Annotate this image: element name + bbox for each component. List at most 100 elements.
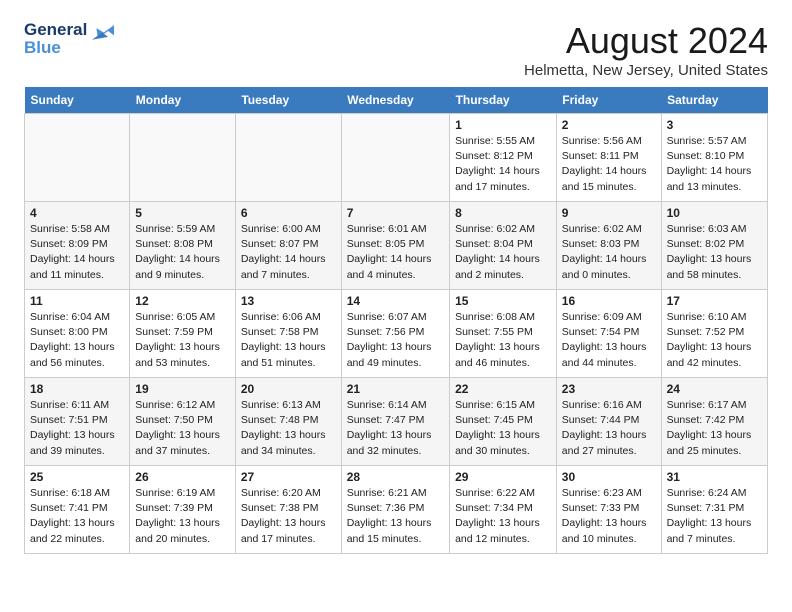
calendar-cell: 20Sunrise: 6:13 AMSunset: 7:48 PMDayligh…: [235, 378, 341, 466]
calendar-cell: 15Sunrise: 6:08 AMSunset: 7:55 PMDayligh…: [450, 290, 557, 378]
calendar-cell: 21 Sunrise: 6:14 AMSunset: 7:47 PMDayligh…: [341, 378, 449, 466]
day-info: Sunrise: 6:17 AMSunset: 7:42 PMDaylight:…: [667, 398, 762, 459]
day-of-week-header: Thursday: [450, 87, 557, 114]
calendar-cell: 17 Sunrise: 6:10 AMSunset: 7:52 PMDayligh…: [661, 290, 767, 378]
day-of-week-header: Friday: [556, 87, 661, 114]
day-info: Sunrise: 6:02 AMSunset: 8:03 PMDaylight:…: [562, 222, 656, 283]
calendar-cell: 13 Sunrise: 6:06 AMSunset: 7:58 PMDayligh…: [235, 290, 341, 378]
calendar-header-row: SundayMondayTuesdayWednesdayThursdayFrid…: [25, 87, 768, 114]
calendar-cell: 8 Sunrise: 6:02 AMSunset: 8:04 PMDaylight…: [450, 202, 557, 290]
day-number: 26: [135, 470, 230, 484]
calendar-cell: 6Sunrise: 6:00 AMSunset: 8:07 PMDaylight…: [235, 202, 341, 290]
day-info: Sunrise: 6:05 AMSunset: 7:59 PMDaylight:…: [135, 310, 230, 371]
day-info: Sunrise: 6:03 AMSunset: 8:02 PMDaylight:…: [667, 222, 762, 283]
day-info: Sunrise: 6:10 AMSunset: 7:52 PMDaylight:…: [667, 310, 762, 371]
day-number: 8: [455, 206, 551, 220]
day-number: 6: [241, 206, 336, 220]
day-info: Sunrise: 6:18 AMSunset: 7:41 PMDaylight:…: [30, 486, 124, 547]
day-info: Sunrise: 5:56 AMSunset: 8:11 PMDaylight:…: [562, 134, 656, 195]
calendar-cell: 16 Sunrise: 6:09 AMSunset: 7:54 PMDayligh…: [556, 290, 661, 378]
calendar-cell: 31Sunrise: 6:24 AMSunset: 7:31 PMDayligh…: [661, 466, 767, 554]
day-info: Sunrise: 5:58 AMSunset: 8:09 PMDaylight:…: [30, 222, 124, 283]
day-of-week-header: Tuesday: [235, 87, 341, 114]
calendar-cell: 24 Sunrise: 6:17 AMSunset: 7:42 PMDayligh…: [661, 378, 767, 466]
calendar-week-row: 18 Sunrise: 6:11 AMSunset: 7:51 PMDayligh…: [25, 378, 768, 466]
day-number: 4: [30, 206, 124, 220]
calendar-cell: 3 Sunrise: 5:57 AMSunset: 8:10 PMDaylight…: [661, 114, 767, 202]
day-number: 17: [667, 294, 762, 308]
day-of-week-header: Saturday: [661, 87, 767, 114]
day-number: 7: [347, 206, 444, 220]
calendar-cell: 10 Sunrise: 6:03 AMSunset: 8:02 PMDayligh…: [661, 202, 767, 290]
day-number: 10: [667, 206, 762, 220]
day-number: 2: [562, 118, 656, 132]
day-info: Sunrise: 6:22 AMSunset: 7:34 PMDaylight:…: [455, 486, 551, 547]
calendar-cell: 30 Sunrise: 6:23 AMSunset: 7:33 PMDayligh…: [556, 466, 661, 554]
calendar-cell: [25, 114, 130, 202]
calendar-cell: 12 Sunrise: 6:05 AMSunset: 7:59 PMDayligh…: [130, 290, 236, 378]
day-number: 27: [241, 470, 336, 484]
calendar-cell: [235, 114, 341, 202]
day-number: 22: [455, 382, 551, 396]
day-info: Sunrise: 6:16 AMSunset: 7:44 PMDaylight:…: [562, 398, 656, 459]
logo-text: General Blue: [24, 20, 114, 57]
logo: General Blue: [24, 20, 114, 57]
calendar-cell: 2 Sunrise: 5:56 AMSunset: 8:11 PMDaylight…: [556, 114, 661, 202]
day-info: Sunrise: 6:01 AMSunset: 8:05 PMDaylight:…: [347, 222, 444, 283]
day-number: 11: [30, 294, 124, 308]
day-number: 1: [455, 118, 551, 132]
day-number: 18: [30, 382, 124, 396]
day-info: Sunrise: 6:11 AMSunset: 7:51 PMDaylight:…: [30, 398, 124, 459]
day-number: 13: [241, 294, 336, 308]
day-info: Sunrise: 6:23 AMSunset: 7:33 PMDaylight:…: [562, 486, 656, 547]
day-number: 14: [347, 294, 444, 308]
calendar-cell: 28Sunrise: 6:21 AMSunset: 7:36 PMDayligh…: [341, 466, 449, 554]
calendar-cell: 23 Sunrise: 6:16 AMSunset: 7:44 PMDayligh…: [556, 378, 661, 466]
day-number: 16: [562, 294, 656, 308]
day-number: 9: [562, 206, 656, 220]
calendar-cell: 7 Sunrise: 6:01 AMSunset: 8:05 PMDaylight…: [341, 202, 449, 290]
day-number: 30: [562, 470, 656, 484]
day-number: 19: [135, 382, 230, 396]
calendar-cell: 4 Sunrise: 5:58 AMSunset: 8:09 PMDaylight…: [25, 202, 130, 290]
day-of-week-header: Monday: [130, 87, 236, 114]
calendar-cell: [130, 114, 236, 202]
calendar-week-row: 1Sunrise: 5:55 AMSunset: 8:12 PMDaylight…: [25, 114, 768, 202]
page-header: General Blue August 2024 Helmetta, New J…: [24, 20, 768, 79]
day-info: Sunrise: 6:02 AMSunset: 8:04 PMDaylight:…: [455, 222, 551, 283]
month-year-title: August 2024: [524, 20, 768, 62]
calendar-cell: 26Sunrise: 6:19 AMSunset: 7:39 PMDayligh…: [130, 466, 236, 554]
day-number: 20: [241, 382, 336, 396]
calendar-cell: 29Sunrise: 6:22 AMSunset: 7:34 PMDayligh…: [450, 466, 557, 554]
day-info: Sunrise: 6:04 AMSunset: 8:00 PMDaylight:…: [30, 310, 124, 371]
day-number: 23: [562, 382, 656, 396]
day-info: Sunrise: 5:57 AMSunset: 8:10 PMDaylight:…: [667, 134, 762, 195]
day-number: 24: [667, 382, 762, 396]
calendar-cell: 14 Sunrise: 6:07 AMSunset: 7:56 PMDayligh…: [341, 290, 449, 378]
day-info: Sunrise: 6:12 AMSunset: 7:50 PMDaylight:…: [135, 398, 230, 459]
calendar-table: SundayMondayTuesdayWednesdayThursdayFrid…: [24, 87, 768, 554]
title-area: August 2024 Helmetta, New Jersey, United…: [524, 20, 768, 79]
calendar-week-row: 25Sunrise: 6:18 AMSunset: 7:41 PMDayligh…: [25, 466, 768, 554]
location-subtitle: Helmetta, New Jersey, United States: [524, 62, 768, 79]
calendar-week-row: 11 Sunrise: 6:04 AMSunset: 8:00 PMDayligh…: [25, 290, 768, 378]
day-number: 21: [347, 382, 444, 396]
calendar-cell: 27 Sunrise: 6:20 AMSunset: 7:38 PMDayligh…: [235, 466, 341, 554]
day-of-week-header: Sunday: [25, 87, 130, 114]
day-info: Sunrise: 6:06 AMSunset: 7:58 PMDaylight:…: [241, 310, 336, 371]
day-number: 12: [135, 294, 230, 308]
day-number: 3: [667, 118, 762, 132]
calendar-cell: 19 Sunrise: 6:12 AMSunset: 7:50 PMDayligh…: [130, 378, 236, 466]
calendar-cell: 22Sunrise: 6:15 AMSunset: 7:45 PMDayligh…: [450, 378, 557, 466]
calendar-cell: 9 Sunrise: 6:02 AMSunset: 8:03 PMDaylight…: [556, 202, 661, 290]
calendar-cell: 11 Sunrise: 6:04 AMSunset: 8:00 PMDayligh…: [25, 290, 130, 378]
day-info: Sunrise: 5:59 AMSunset: 8:08 PMDaylight:…: [135, 222, 230, 283]
day-info: Sunrise: 6:09 AMSunset: 7:54 PMDaylight:…: [562, 310, 656, 371]
day-info: Sunrise: 6:20 AMSunset: 7:38 PMDaylight:…: [241, 486, 336, 547]
day-number: 28: [347, 470, 444, 484]
day-info: Sunrise: 6:14 AMSunset: 7:47 PMDaylight:…: [347, 398, 444, 459]
day-info: Sunrise: 6:24 AMSunset: 7:31 PMDaylight:…: [667, 486, 762, 547]
day-info: Sunrise: 6:07 AMSunset: 7:56 PMDaylight:…: [347, 310, 444, 371]
day-of-week-header: Wednesday: [341, 87, 449, 114]
calendar-cell: 25Sunrise: 6:18 AMSunset: 7:41 PMDayligh…: [25, 466, 130, 554]
